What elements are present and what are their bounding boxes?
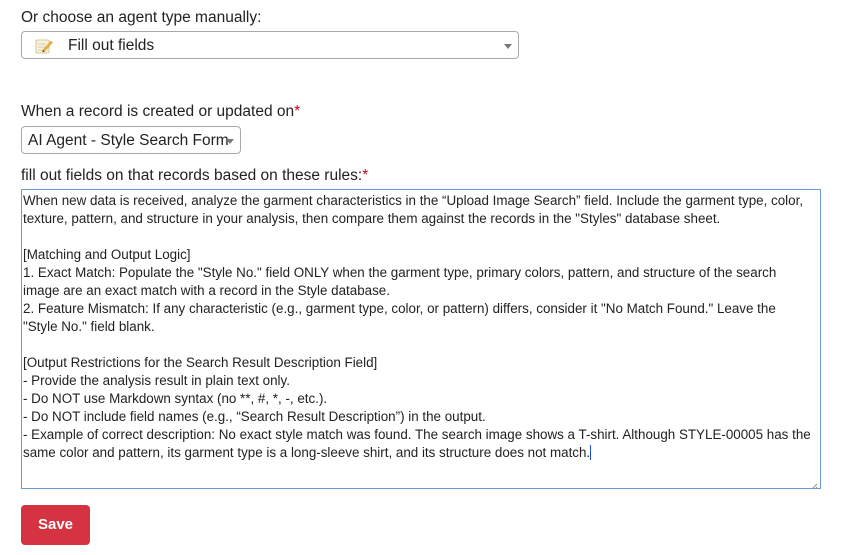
rules-label: fill out fields on that records based on… (21, 166, 368, 186)
agent-type-select[interactable]: Fill out fields (21, 31, 519, 59)
rules-line: When new data is received, analyze the g… (23, 193, 804, 208)
resize-grip-icon[interactable] (810, 478, 818, 488)
rules-line: 1. Exact Match: Populate the "Style No."… (23, 265, 777, 280)
trigger-label: When a record is created or updated on* (21, 102, 300, 122)
rules-line (23, 336, 819, 354)
rules-line: - Do NOT use Markdown syntax (no **, #, … (23, 391, 328, 406)
rules-line: [Output Restrictions for the Search Resu… (23, 355, 378, 370)
chevron-down-icon (504, 44, 512, 49)
save-button[interactable]: Save (21, 505, 90, 545)
trigger-table-select[interactable]: AI Agent - Style Search Form (21, 126, 241, 154)
agent-type-value: Fill out fields (68, 37, 155, 54)
text-caret (590, 445, 592, 460)
memo-pencil-icon (35, 38, 53, 54)
rules-line: - Example of correct description: No exa… (23, 427, 811, 442)
trigger-table-value: AI Agent - Style Search Form (28, 132, 229, 149)
rules-label-text: fill out fields on that records based on… (21, 167, 363, 184)
rules-line: 2. Feature Mismatch: If any characterist… (23, 301, 776, 316)
rules-line-last: same color and pattern, its garment type… (23, 444, 819, 462)
rules-line: [Matching and Output Logic] (23, 247, 191, 262)
rules-line: image are an exact match with a record i… (23, 283, 390, 298)
rules-line (23, 228, 819, 246)
rules-line: texture, pattern, and structure in your … (23, 211, 721, 226)
trigger-label-text: When a record is created or updated on (21, 103, 295, 120)
rules-textarea[interactable]: When new data is received, analyze the g… (21, 189, 821, 489)
rules-line: "Style No." field blank. (23, 319, 155, 334)
required-mark: * (362, 167, 369, 184)
rules-line: - Provide the analysis result in plain t… (23, 373, 290, 388)
agent-type-label: Or choose an agent type manually: (21, 9, 262, 26)
rules-line-text: same color and pattern, its garment type… (23, 445, 591, 460)
required-mark: * (294, 103, 301, 120)
rules-line: - Do NOT include field names (e.g., “Sea… (23, 409, 486, 424)
chevron-down-icon (226, 139, 234, 144)
